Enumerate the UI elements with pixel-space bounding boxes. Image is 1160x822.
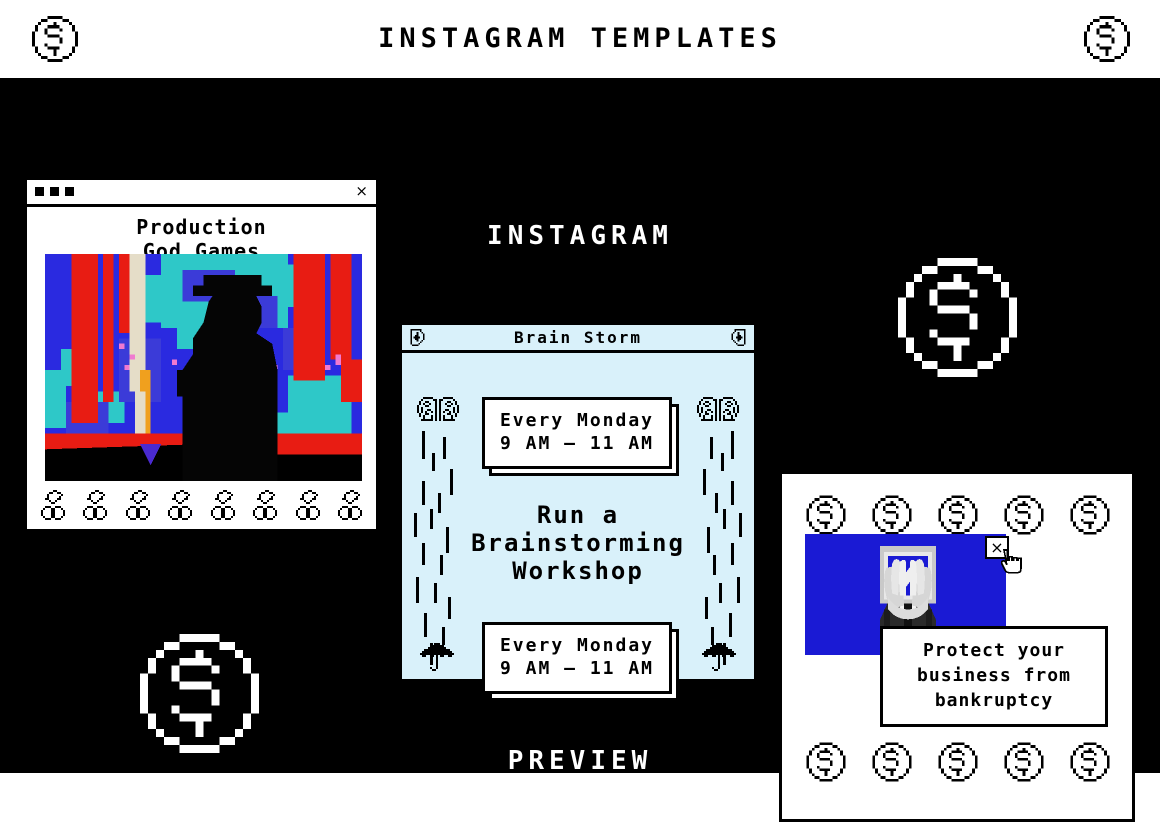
message-line3: bankruptcy (934, 690, 1054, 711)
cherry-icon (39, 490, 69, 528)
dollar-coin-icon (1002, 740, 1046, 788)
headline-line1: Run a (536, 501, 620, 529)
dollar-coin-icon (870, 740, 914, 788)
brain-icon (417, 395, 459, 429)
cherry-icon-row (39, 490, 366, 528)
black-backdrop: INSTAGRAM PREVIEW × Production God Games… (0, 78, 1160, 822)
window-titlebar: × (27, 180, 376, 207)
cherry-icon (124, 490, 154, 528)
cherry-icon (336, 490, 366, 528)
dollar-coin-icon (1068, 493, 1112, 541)
header-bar: INSTAGRAM TEMPLATES (0, 0, 1160, 78)
page-title: INSTAGRAM TEMPLATES (378, 23, 782, 54)
dollar-coin-icon (890, 250, 1025, 389)
headline-line2: Brainstorming (471, 529, 685, 557)
dollar-coin-icon (1081, 13, 1133, 69)
panel2-headline: Run a Brainstorming Workshop (432, 501, 724, 585)
poster-canvas: INSTAGRAM TEMPLATES INSTAGRAM PREVIEW × … (0, 0, 1160, 822)
dollar-coin-icon (132, 626, 267, 765)
message-line1: Protect your (922, 640, 1066, 661)
cherry-icon (166, 490, 196, 528)
headline-line3: Workshop (512, 557, 644, 585)
brain-icon (697, 395, 739, 429)
umbrella-icon (420, 643, 454, 679)
panel1-photo (45, 254, 362, 481)
window-titlebar: Brain Storm (402, 325, 754, 353)
cherry-icon (251, 490, 281, 528)
cherry-icon (294, 490, 324, 528)
dollar-coin-icon (804, 740, 848, 788)
panel2-title: Brain Storm (514, 328, 642, 347)
hand-pointer-cursor-icon (998, 548, 1022, 580)
cherry-icon (81, 490, 111, 528)
dollar-coin-icon (1002, 493, 1046, 541)
template-window-brainstorm[interactable]: Brain Storm Every Monday 9 AM — 11 AM Ru… (399, 322, 757, 694)
schedule-bottom-line2: 9 AM — 11 AM (499, 658, 655, 679)
lightning-bolt-icon (409, 329, 426, 350)
dollar-coin-icon (1068, 740, 1112, 788)
cherry-icon (209, 490, 239, 528)
lightning-bolt-icon (730, 329, 747, 350)
schedule-box-bottom: Every Monday 9 AM — 11 AM (482, 622, 672, 694)
schedule-bottom-line1: Every Monday (499, 635, 655, 656)
window-dots-icon (35, 187, 74, 196)
label-preview: PREVIEW (507, 746, 653, 776)
coin-row-bottom (804, 740, 1112, 788)
template-window-production[interactable]: × Production God Games (24, 177, 379, 532)
panel3-message-box: Protect your business from bankruptcy (880, 626, 1108, 727)
template-window-bankruptcy[interactable]: × Protect your business from bankruptcy (779, 471, 1135, 822)
schedule-top-line1: Every Monday (499, 410, 655, 431)
schedule-box-top: Every Monday 9 AM — 11 AM (482, 397, 672, 469)
umbrella-icon (702, 643, 736, 679)
panel1-title-line1: Production (136, 215, 267, 239)
panel2-body: Every Monday 9 AM — 11 AM Run a Brainsto… (402, 353, 754, 694)
schedule-top-line2: 9 AM — 11 AM (499, 433, 655, 454)
dollar-coin-icon (936, 740, 980, 788)
close-icon[interactable]: × (355, 182, 368, 200)
message-line2: business from (917, 665, 1071, 686)
label-instagram: INSTAGRAM (487, 221, 673, 251)
